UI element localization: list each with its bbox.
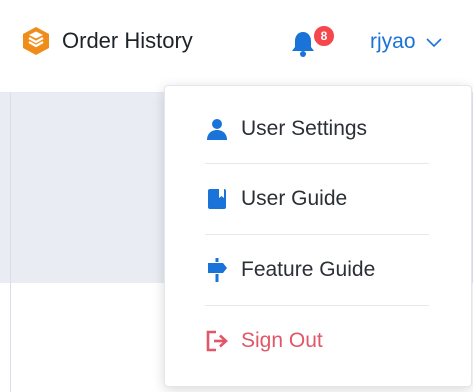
menu-item-label: User Settings xyxy=(241,117,368,140)
username: rjyao xyxy=(370,30,416,53)
menu-item-label: Feature Guide xyxy=(241,258,376,281)
menu-item-user-guide[interactable]: User Guide xyxy=(205,164,429,234)
signpost-icon xyxy=(205,258,229,282)
menu-item-label: Sign Out xyxy=(241,329,323,352)
menu-item-label: User Guide xyxy=(241,187,348,210)
layers-logo-icon xyxy=(22,26,50,56)
menu-item-feature-guide[interactable]: Feature Guide xyxy=(205,235,429,305)
menu-item-sign-out[interactable]: Sign Out xyxy=(205,306,429,376)
top-header: Order History 8 rjyao xyxy=(0,0,473,93)
user-dropdown-menu: User Settings User Guide Feature Guide S… xyxy=(164,85,472,387)
user-icon xyxy=(205,117,229,141)
left-border xyxy=(10,93,11,392)
brand[interactable]: Order History xyxy=(22,26,193,56)
user-menu-toggle[interactable]: rjyao xyxy=(370,30,442,54)
notification-count-badge: 8 xyxy=(312,24,336,48)
book-icon xyxy=(205,187,229,211)
menu-item-user-settings[interactable]: User Settings xyxy=(205,94,429,164)
notifications-button[interactable]: 8 xyxy=(286,24,336,64)
chevron-down-icon xyxy=(425,30,442,54)
page-title: Order History xyxy=(62,28,193,53)
sign-out-icon xyxy=(205,329,229,353)
